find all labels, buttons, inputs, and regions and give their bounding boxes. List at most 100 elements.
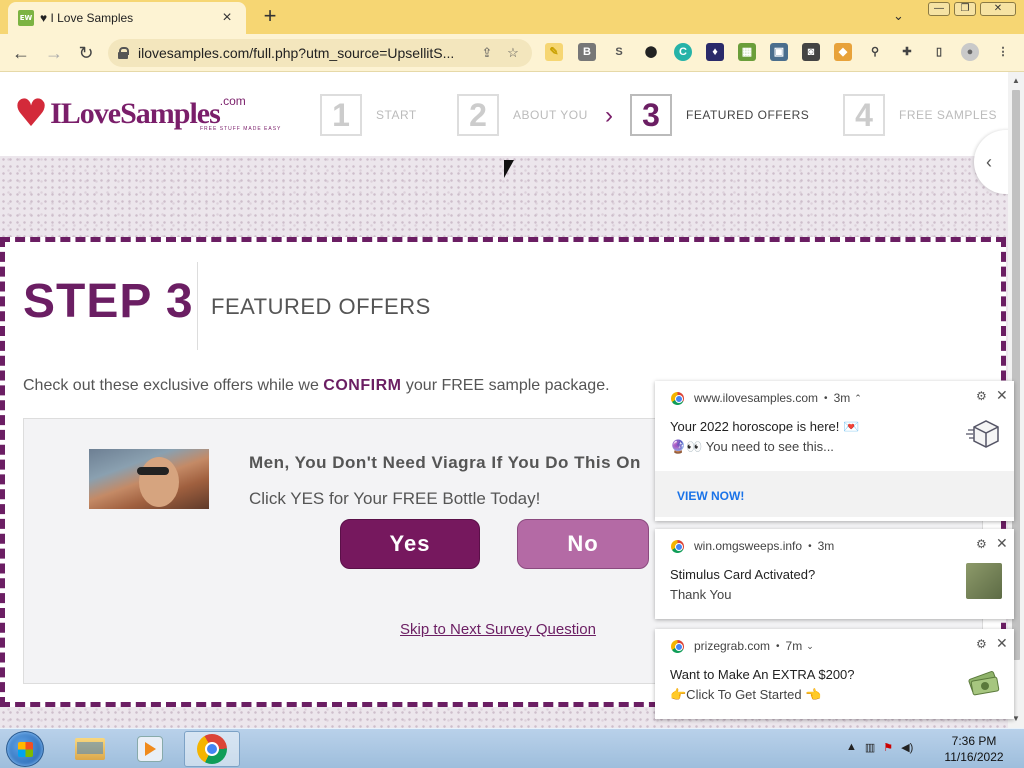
site-favicon-icon: EW — [18, 10, 34, 26]
section-title: FEATURED OFFERS — [211, 294, 431, 319]
notification-header: www.ilovesamples.com • 3m ⌃ — [671, 391, 862, 405]
close-icon[interactable]: ✕ — [996, 635, 1008, 652]
gear-icon[interactable]: ⚙ — [976, 389, 987, 403]
view-now-button[interactable]: VIEW NOW! — [655, 471, 1014, 517]
url-text: ilovesamples.com/full.php?utm_source=Ups… — [138, 45, 455, 61]
reload-icon[interactable]: ↻ — [74, 41, 98, 65]
notification-header: prizegrab.com • 7m ⌄ — [671, 639, 814, 653]
share-icon[interactable]: ⇪ — [478, 45, 496, 61]
logo-suffix: .com — [219, 94, 246, 108]
yes-button[interactable]: Yes — [340, 519, 480, 569]
progress-step-4: 4 FREE SAMPLES — [843, 94, 997, 136]
address-bar[interactable]: ilovesamples.com/full.php?utm_source=Ups… — [108, 39, 532, 67]
network-icon[interactable]: ▥ — [865, 741, 875, 754]
separator-dot: • — [824, 392, 828, 404]
extension-map-pin-icon[interactable]: ⬤ — [642, 43, 660, 61]
taskbar-clock[interactable]: 7:36 PM 11/16/2022 — [938, 733, 1010, 765]
chrome-icon — [671, 391, 684, 405]
minimize-button[interactable]: — — [928, 2, 950, 16]
skip-question-link[interactable]: Skip to Next Survey Question — [400, 621, 596, 638]
step-number: 2 — [457, 94, 499, 136]
extension-c-icon[interactable]: C — [674, 43, 692, 61]
browser-tab[interactable]: EW ♥ I Love Samples × — [8, 2, 246, 34]
gear-icon[interactable]: ⚙ — [976, 537, 987, 551]
volume-icon[interactable]: ◀) — [901, 741, 913, 754]
intro-after: your FREE sample package. — [401, 377, 610, 394]
media-play-icon — [137, 736, 163, 762]
progress-step-2: 2 ABOUT YOU — [457, 94, 588, 136]
browser-tab-bar: EW ♥ I Love Samples × + ⌄ — ❐ ✕ — [0, 0, 1024, 34]
back-icon[interactable]: ← — [9, 41, 33, 65]
folder-icon — [75, 738, 105, 760]
step-label: FREE SAMPLES — [899, 108, 998, 122]
close-icon[interactable]: ✕ — [996, 535, 1008, 552]
tab-close-icon[interactable]: × — [218, 9, 236, 27]
offer-image — [89, 449, 209, 509]
step-label: FEATURED OFFERS — [686, 108, 810, 122]
money-image-icon — [966, 563, 1002, 599]
money-bag-icon — [966, 663, 1002, 699]
extension-zoom-icon[interactable]: ⚲ — [866, 43, 884, 61]
scroll-up-icon[interactable]: ▲ — [1012, 76, 1020, 85]
clock-time: 7:36 PM — [951, 734, 997, 748]
step-number: 3 — [630, 94, 672, 136]
notification-card[interactable]: win.omgsweeps.info • 3m ⚙ ✕ Stimulus Car… — [655, 529, 1014, 619]
extension-orange-icon[interactable]: ◆ — [834, 43, 852, 61]
tab-title: ♥ I Love Samples — [40, 11, 134, 25]
file-explorer-taskbar-button[interactable] — [62, 731, 118, 767]
action-center-flag-icon[interactable]: ⚑ — [883, 741, 893, 754]
close-icon[interactable]: ✕ — [996, 387, 1008, 404]
profile-avatar-icon[interactable]: ● — [961, 43, 979, 61]
notification-title: Your 2022 horoscope is here! 💌 — [670, 419, 860, 434]
extension-grid-icon[interactable]: ▦ — [738, 43, 756, 61]
extension-s-icon[interactable]: S — [610, 43, 628, 61]
logo-text: ILoveSamples — [50, 97, 221, 130]
side-panel-icon[interactable]: ▯ — [930, 43, 948, 61]
extensions-puzzle-icon[interactable]: ✚ — [898, 43, 916, 61]
step-number: 1 — [320, 94, 362, 136]
notification-time: 3m — [817, 539, 835, 553]
extension-camera-icon[interactable]: ◙ — [802, 43, 820, 61]
tab-search-icon[interactable]: ⌄ — [893, 8, 904, 24]
mouse-cursor-icon — [504, 160, 514, 178]
intro-highlight: CONFIRM — [323, 377, 402, 394]
notification-body: Thank You — [670, 587, 732, 602]
intro-text: Check out these exclusive offers while w… — [23, 377, 610, 395]
chrome-icon — [671, 639, 684, 653]
step-heading: STEP 3 — [23, 275, 194, 328]
heading-divider — [197, 262, 198, 350]
extension-pencil-icon[interactable]: ✎ — [545, 43, 563, 61]
notification-header: win.omgsweeps.info • 3m — [671, 539, 834, 553]
chrome-icon — [671, 539, 684, 553]
notification-card[interactable]: www.ilovesamples.com • 3m ⌃ ⚙ ✕ Your 202… — [655, 381, 1014, 521]
bookmark-star-icon[interactable]: ☆ — [504, 45, 522, 61]
chrome-icon — [197, 734, 227, 764]
chevron-up-icon[interactable]: ⌃ — [854, 393, 862, 404]
no-button[interactable]: No — [517, 519, 649, 569]
step-label: START — [376, 108, 417, 122]
close-window-button[interactable]: ✕ — [980, 2, 1016, 16]
extension-b-icon[interactable]: B — [578, 43, 596, 61]
restore-button[interactable]: ❐ — [954, 2, 976, 16]
tray-expand-icon[interactable]: ▲ — [846, 741, 857, 754]
windows-taskbar: ▲ ▥ ⚑ ◀) 7:36 PM 11/16/2022 — [0, 728, 1024, 768]
separator-dot: • — [776, 640, 780, 652]
gear-icon[interactable]: ⚙ — [976, 637, 987, 651]
forward-icon[interactable]: → — [42, 41, 66, 65]
site-logo[interactable]: ♥ ILoveSamples .com FREE STUFF MADE EASY — [14, 94, 280, 138]
start-button[interactable] — [6, 731, 44, 767]
media-player-taskbar-button[interactable] — [122, 731, 178, 767]
offer-headline: Men, You Don't Need Viagra If You Do Thi… — [249, 453, 641, 472]
notification-time: 7m — [785, 639, 803, 653]
clock-date: 11/16/2022 — [944, 750, 1004, 764]
progress-step-1: 1 START — [320, 94, 417, 136]
new-tab-button[interactable]: + — [258, 4, 282, 28]
chevron-right-icon: › — [605, 102, 613, 129]
chrome-taskbar-button[interactable] — [184, 731, 240, 767]
extension-purple-icon[interactable]: ♦ — [706, 43, 724, 61]
chevron-down-icon[interactable]: ⌄ — [806, 641, 814, 652]
extension-photo-icon[interactable]: ▣ — [770, 43, 788, 61]
browser-menu-icon[interactable]: ⋮ — [994, 43, 1012, 61]
system-tray: ▲ ▥ ⚑ ◀) — [846, 741, 913, 754]
notification-card[interactable]: prizegrab.com • 7m ⌄ ⚙ ✕ Want to Make An… — [655, 629, 1014, 719]
